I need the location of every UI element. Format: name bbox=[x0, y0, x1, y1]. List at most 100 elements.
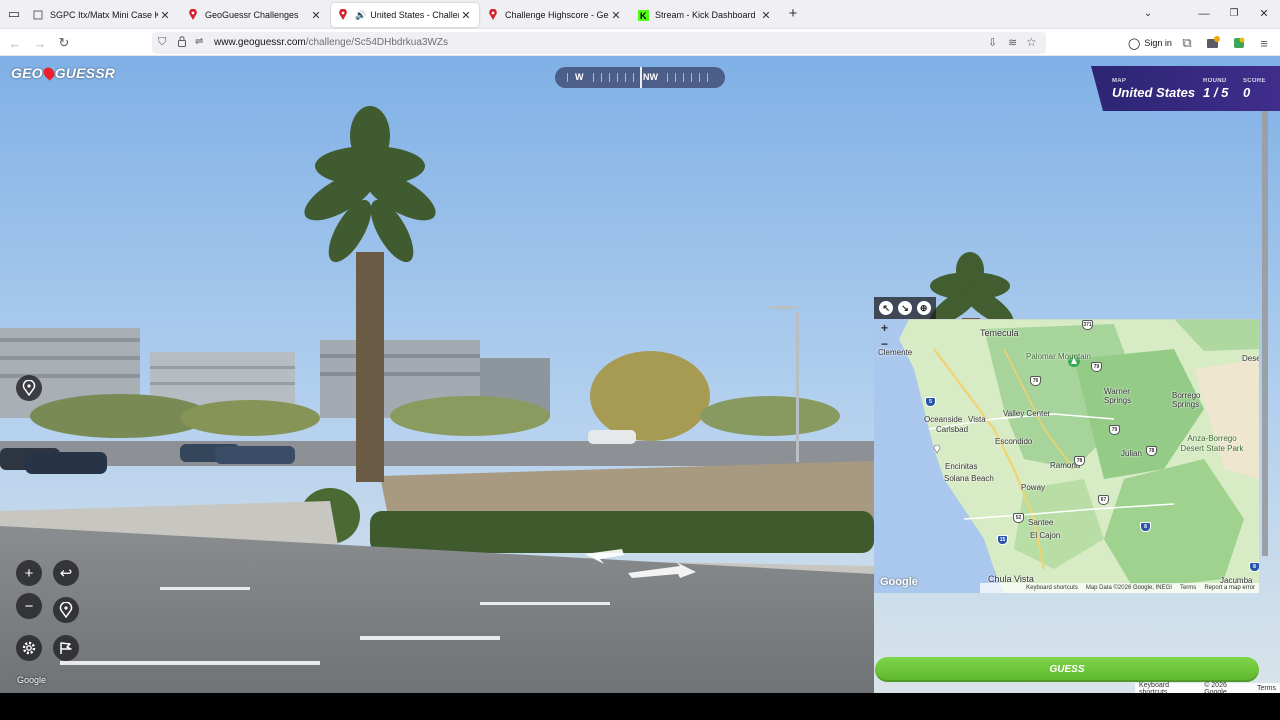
expand-map-icon[interactable]: ↖ bbox=[879, 301, 894, 315]
gear-icon bbox=[22, 641, 36, 655]
return-to-start-button[interactable] bbox=[53, 597, 79, 623]
zoom-in-button[interactable]: + bbox=[16, 560, 42, 586]
map-label: Palomar Mountain bbox=[1026, 352, 1091, 361]
game-status-panel: MAP United States ROUND 1 / 5 SCORE 0 bbox=[1091, 66, 1280, 111]
new-tab-button[interactable]: + bbox=[785, 6, 801, 21]
close-icon[interactable]: ✕ bbox=[609, 9, 623, 22]
navigation-bar: ← → ↻ ⛉ ⇌ www.geoguessr.com/challenge/Sc… bbox=[0, 29, 1280, 56]
status-score: SCORE 0 bbox=[1243, 78, 1266, 100]
map-keyboard-shortcuts-link[interactable]: Keyboard shortcuts bbox=[1026, 585, 1078, 591]
tab-kick-dashboard[interactable]: K Stream - Kick Dashboard ✕ bbox=[631, 3, 779, 27]
url-path: /challenge/Sc54DHbdrkua3WZs bbox=[305, 37, 449, 48]
settings-button[interactable] bbox=[16, 635, 42, 661]
map-label: Borrego Springs bbox=[1172, 391, 1201, 409]
pin-icon bbox=[59, 602, 73, 618]
interstate-shield: 8 bbox=[1249, 562, 1259, 572]
speaker-icon[interactable]: 🔊 bbox=[355, 10, 366, 21]
map-label: Valley Center bbox=[1003, 409, 1051, 418]
window-close-icon[interactable]: ✕ bbox=[1256, 7, 1272, 21]
status-map-label: MAP bbox=[1112, 78, 1127, 84]
shrink-map-icon[interactable]: ↘ bbox=[897, 301, 912, 315]
close-icon[interactable]: ✕ bbox=[309, 9, 323, 22]
restore-icon[interactable]: ❐ bbox=[1226, 7, 1242, 21]
map-label: El Cajon bbox=[1030, 531, 1061, 540]
compass-tick bbox=[567, 73, 568, 82]
map-label: Julian bbox=[1121, 449, 1142, 458]
flag-button[interactable] bbox=[53, 635, 79, 661]
permissions-icon[interactable]: ⇌ bbox=[195, 36, 203, 47]
extensions-icon[interactable]: ⧉ bbox=[1178, 34, 1196, 52]
map-label: Encinitas bbox=[945, 462, 978, 471]
compass-tick bbox=[617, 73, 618, 82]
address-bar[interactable]: ⛉ ⇌ www.geoguessr.com/challenge/Sc54DHbd… bbox=[152, 32, 1046, 54]
route-shield: 76 bbox=[1030, 376, 1041, 386]
zoom-out-button[interactable]: − bbox=[16, 593, 42, 619]
map-label: Oceanside bbox=[924, 415, 963, 424]
tab-overflow-chevron-icon[interactable]: ⌄ bbox=[1140, 7, 1156, 21]
sign-in-label: Sign in bbox=[1144, 38, 1172, 48]
map-label: Escondido bbox=[995, 437, 1033, 446]
tab-sgpc[interactable]: SGPC Itx/Matx Mini Case K88 Lite (S ✕ bbox=[26, 3, 178, 27]
reload-icon[interactable]: ↻ bbox=[55, 34, 73, 52]
extension-badge-icon[interactable] bbox=[1204, 34, 1222, 52]
compass-tick bbox=[675, 73, 676, 82]
shield-icon[interactable]: ⛉ bbox=[158, 36, 166, 49]
map-zoom-in-button[interactable]: + bbox=[881, 321, 888, 335]
tab-geoguessr-challenges[interactable]: GeoGuessr Challenges ✕ bbox=[181, 3, 329, 27]
tab-challenge-highscore[interactable]: Challenge Highscore - GeoGue ✕ bbox=[481, 3, 629, 27]
map-terms-link[interactable]: Terms bbox=[1180, 585, 1196, 591]
map-label: Clemente bbox=[878, 348, 913, 357]
kick-icon: K bbox=[637, 9, 649, 21]
logo-text-guessr: GUESSR bbox=[54, 65, 116, 81]
url-text[interactable]: www.geoguessr.com/challenge/Sc54DHbdrkua… bbox=[214, 37, 448, 48]
compass-label-w: W bbox=[575, 72, 584, 82]
geoguessr-logo[interactable]: GEO GUESSR bbox=[11, 65, 115, 81]
close-icon[interactable]: ✕ bbox=[759, 9, 773, 22]
geoguessr-pin-icon bbox=[187, 9, 199, 21]
compass-tick bbox=[667, 73, 668, 82]
compass-tick bbox=[593, 73, 594, 82]
tab-list-icon[interactable]: ▭ bbox=[6, 7, 22, 21]
compass-tick bbox=[609, 73, 610, 82]
undo-move-button[interactable]: ↩ bbox=[53, 560, 79, 586]
map-data-attribution: Map Data ©2026 Google, INEGI bbox=[1085, 585, 1172, 591]
map-attribution-bar: Keyboard shortcuts Map Data ©2026 Google… bbox=[980, 583, 1259, 593]
status-score-label: SCORE bbox=[1243, 78, 1266, 84]
map-label: Solana Beach bbox=[944, 474, 994, 483]
map-label: Santee bbox=[1028, 518, 1054, 527]
minimize-icon[interactable]: — bbox=[1196, 7, 1212, 21]
route-shield: 78 bbox=[1146, 446, 1157, 456]
minimap-toolbar: ↖ ↘ ⊕ bbox=[874, 297, 936, 319]
route-shield: 371 bbox=[1082, 320, 1093, 330]
close-icon[interactable]: ✕ bbox=[459, 9, 473, 22]
svg-text:K: K bbox=[640, 11, 647, 21]
forward-arrow-icon[interactable]: → bbox=[31, 34, 49, 52]
guess-minimap[interactable]: + − Temecula Clemente Palomar Mountain W… bbox=[874, 319, 1259, 593]
route-shield: 79 bbox=[1091, 362, 1102, 372]
back-arrow-icon[interactable]: ← bbox=[6, 34, 24, 52]
route-shield: 52 bbox=[1013, 513, 1024, 523]
logo-text-geo: GEO bbox=[11, 65, 43, 81]
tab-united-states-challenge[interactable]: 🔊 United States - Challenge - ✕ bbox=[331, 3, 479, 27]
terms-link[interactable]: Terms bbox=[1257, 685, 1276, 692]
route-shield: 79 bbox=[1109, 425, 1120, 435]
geoguessr-pin-icon bbox=[337, 9, 349, 21]
report-location-button[interactable] bbox=[16, 375, 42, 401]
guess-button[interactable]: GUESS bbox=[875, 657, 1259, 682]
map-label: Anza-Borrego Desert State Park bbox=[1180, 434, 1244, 453]
close-icon[interactable]: ✕ bbox=[158, 9, 172, 22]
status-score-value: 0 bbox=[1243, 85, 1251, 100]
pin-map-icon[interactable]: ⊕ bbox=[916, 301, 931, 315]
geoguessr-pin-icon bbox=[487, 9, 499, 21]
bookmark-star-icon[interactable]: ☆ bbox=[1026, 35, 1037, 49]
lock-icon[interactable] bbox=[177, 35, 187, 53]
reader-mode-icon[interactable]: ≋ bbox=[1008, 36, 1017, 49]
menu-hamburger-icon[interactable]: ≡ bbox=[1255, 34, 1273, 52]
compass-tick bbox=[625, 73, 626, 82]
download-page-icon[interactable]: ⇩ bbox=[988, 36, 997, 49]
map-report-error-link[interactable]: Report a map error bbox=[1204, 585, 1255, 591]
status-map: MAP United States bbox=[1112, 78, 1195, 100]
sign-in-button[interactable]: ◯ Sign in bbox=[1124, 33, 1176, 53]
compass-center-marker bbox=[640, 67, 642, 88]
extension-green-icon[interactable] bbox=[1230, 34, 1248, 52]
